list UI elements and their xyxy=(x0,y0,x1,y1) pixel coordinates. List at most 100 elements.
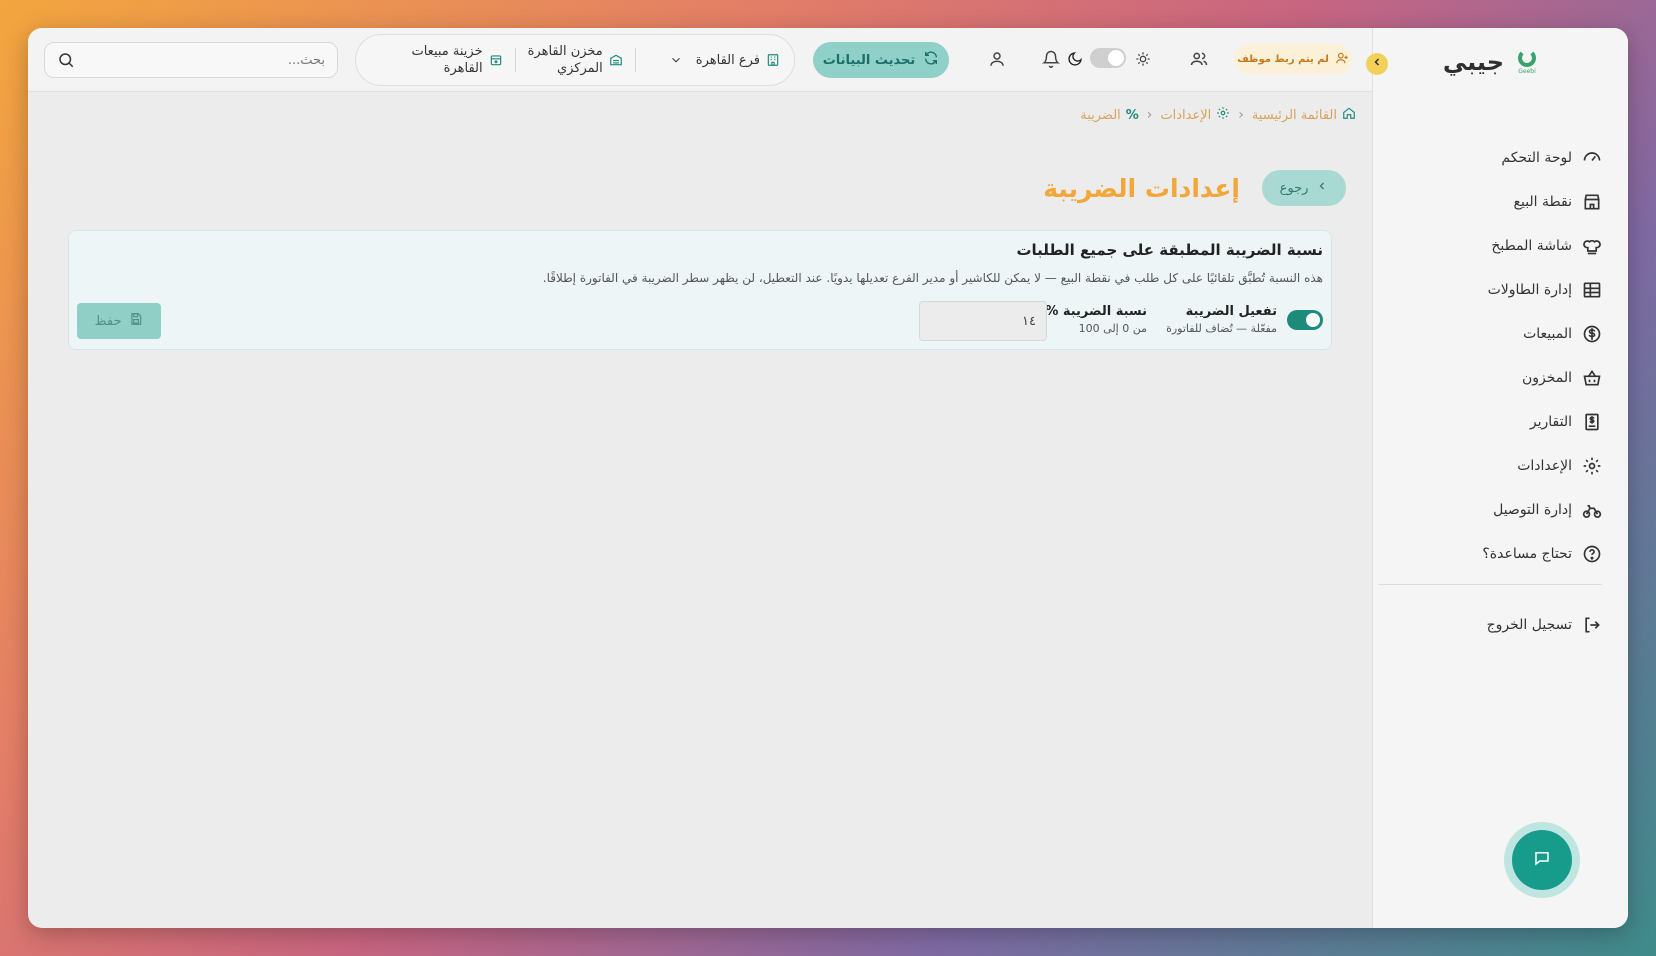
brand-name: جيبي xyxy=(1442,48,1504,76)
divider xyxy=(514,48,516,72)
search-box[interactable] xyxy=(44,42,338,78)
sidebar-item-label: تحتاج مساعدة؟ xyxy=(1482,546,1572,562)
sun-icon[interactable] xyxy=(1132,48,1154,70)
gear-icon xyxy=(1216,106,1230,124)
tax-rate-label-group: نسبة الضريبة % من 0 إلى 100 xyxy=(1045,303,1147,337)
save-label: حفظ xyxy=(94,313,122,329)
cashbox-line1: خزينة مبيعات xyxy=(411,44,483,59)
building-icon xyxy=(766,53,780,67)
sidebar-item-logout[interactable]: تسجيل الخروج xyxy=(1392,603,1602,647)
warehouse-selector[interactable]: مخزن القاهرة المركزي xyxy=(528,43,623,77)
percent-icon: % xyxy=(1125,107,1139,123)
sidebar-item-kitchen[interactable]: شاشة المطبخ xyxy=(1392,224,1602,268)
sidebar-item-label: شاشة المطبخ xyxy=(1491,238,1572,254)
chevron-left-icon: ‹ xyxy=(1146,107,1153,123)
back-label: رجوع xyxy=(1279,180,1309,196)
employee-badge-label: لم يتم ربط موظف xyxy=(1237,53,1329,65)
tax-rate-label: نسبة الضريبة % xyxy=(1045,304,1147,319)
chef-hat-icon xyxy=(1582,236,1602,256)
tax-enable-status: مفعّلة — تُضاف للفاتورة xyxy=(1166,322,1277,335)
sidebar-item-tables[interactable]: إدارة الطاولات xyxy=(1392,268,1602,312)
sidebar-item-label: المبيعات xyxy=(1523,326,1572,342)
chevron-left-icon xyxy=(1371,56,1383,72)
breadcrumb-current: % الضريبة xyxy=(1080,108,1139,123)
tax-settings-card: نسبة الضريبة المطبقة على جميع الطلبات هذ… xyxy=(68,230,1332,350)
refresh-icon xyxy=(923,50,939,70)
theme-toggle[interactable] xyxy=(1090,48,1126,68)
breadcrumb-home[interactable]: القائمة الرئيسية xyxy=(1252,106,1356,124)
tax-rate-input[interactable] xyxy=(919,301,1047,341)
users-icon[interactable] xyxy=(1188,48,1210,70)
warehouse-line1: مخزن القاهرة xyxy=(527,44,603,59)
gauge-icon xyxy=(1582,148,1602,168)
chevron-down-icon[interactable] xyxy=(668,52,684,68)
top-bar: فرع القاهرة مخزن القاهرة المركزي xyxy=(28,28,1372,92)
moon-icon[interactable] xyxy=(1064,48,1086,70)
context-selector[interactable]: فرع القاهرة مخزن القاهرة المركزي خزينة م… xyxy=(355,34,795,86)
receipt-icon xyxy=(1582,412,1602,432)
sidebar-item-sales[interactable]: المبيعات xyxy=(1392,312,1602,356)
breadcrumb-current-label: الضريبة xyxy=(1080,107,1121,123)
brand: Geebi جيبي xyxy=(1443,48,1540,76)
warehouse-line2: المركزي xyxy=(556,61,603,76)
sidebar-collapse-button[interactable] xyxy=(1366,53,1388,75)
save-button[interactable]: حفظ xyxy=(77,303,161,339)
chevron-left-icon: ‹ xyxy=(1238,107,1244,123)
page-title: إعدادات الضريبة xyxy=(1043,173,1240,203)
chat-button[interactable] xyxy=(1504,822,1580,898)
cashbox-line2: القاهرة xyxy=(443,61,483,76)
table-grid-icon xyxy=(1582,280,1602,300)
search-input[interactable] xyxy=(75,52,325,68)
home-icon xyxy=(1342,106,1356,124)
sidebar-item-delivery[interactable]: إدارة التوصيل xyxy=(1392,488,1602,532)
save-icon xyxy=(129,312,143,330)
chat-button-inner xyxy=(1512,830,1572,890)
brand-logo-sub: Geebi xyxy=(1518,68,1536,75)
basket-icon xyxy=(1582,368,1602,388)
sidebar-item-label: إدارة الطاولات xyxy=(1487,282,1572,298)
sidebar-item-label: تسجيل الخروج xyxy=(1486,617,1572,633)
tax-enable-label: تفعيل الضريبة xyxy=(1185,304,1277,319)
sidebar-item-label: لوحة التحكم xyxy=(1501,150,1572,166)
gear-icon xyxy=(1582,456,1602,476)
back-button[interactable]: رجوع xyxy=(1262,170,1346,206)
breadcrumb-settings-label: الإعدادات xyxy=(1160,107,1212,123)
breadcrumb: القائمة الرئيسية ‹ الإعدادات ‹ % الضريبة xyxy=(1080,106,1356,124)
refresh-data-button[interactable]: تحديث البيانات xyxy=(813,42,949,78)
sidebar-item-label: إدارة التوصيل xyxy=(1493,502,1572,518)
logout-icon xyxy=(1582,615,1602,635)
tax-enable-text: تفعيل الضريبة مفعّلة — تُضاف للفاتورة xyxy=(1166,303,1277,337)
sidebar-item-pos[interactable]: نقطة البيع xyxy=(1392,180,1602,224)
branch-label: فرع القاهرة xyxy=(695,52,760,68)
bell-icon[interactable] xyxy=(1040,48,1062,70)
sidebar-item-help[interactable]: تحتاج مساعدة؟ xyxy=(1392,532,1602,576)
sidebar-item-label: المخزون xyxy=(1521,370,1572,386)
sidebar: Geebi جيبي لوحة التحكم نقطة البيع شاشة ا… xyxy=(1372,28,1628,928)
bicycle-icon xyxy=(1582,500,1602,520)
sidebar-item-inventory[interactable]: المخزون xyxy=(1392,356,1602,400)
divider xyxy=(634,48,636,72)
app-window: فرع القاهرة مخزن القاهرة المركزي xyxy=(28,28,1628,928)
page-header: رجوع إعدادات الضريبة xyxy=(1043,170,1346,206)
breadcrumb-home-label: القائمة الرئيسية xyxy=(1251,107,1337,123)
cashbox-label: خزينة مبيعات القاهرة xyxy=(411,43,482,77)
employee-link-badge[interactable]: لم يتم ربط موظف xyxy=(1234,44,1352,74)
cashbox-selector[interactable]: خزينة مبيعات القاهرة xyxy=(411,43,502,77)
breadcrumb-settings[interactable]: الإعدادات xyxy=(1160,106,1230,124)
tax-enable-control: تفعيل الضريبة مفعّلة — تُضاف للفاتورة xyxy=(1166,303,1323,337)
divider xyxy=(1378,584,1602,585)
sidebar-item-reports[interactable]: التقارير xyxy=(1392,400,1602,444)
tax-enable-toggle[interactable] xyxy=(1287,310,1323,330)
branch-selector[interactable]: فرع القاهرة xyxy=(696,53,780,68)
dollar-circle-icon xyxy=(1582,324,1602,344)
store-icon xyxy=(1582,192,1602,212)
sidebar-item-settings[interactable]: الإعدادات xyxy=(1392,444,1602,488)
search-icon[interactable] xyxy=(57,51,75,69)
sidebar-item-dashboard[interactable]: لوحة التحكم xyxy=(1392,136,1602,180)
user-icon[interactable] xyxy=(986,48,1008,70)
refresh-label: تحديث البيانات xyxy=(822,52,916,68)
warehouse-icon xyxy=(609,53,623,67)
sidebar-nav: لوحة التحكم نقطة البيع شاشة المطبخ إدارة… xyxy=(1378,136,1602,647)
warehouse-label: مخزن القاهرة المركزي xyxy=(528,43,603,77)
card-title: نسبة الضريبة المطبقة على جميع الطلبات xyxy=(1016,241,1323,259)
